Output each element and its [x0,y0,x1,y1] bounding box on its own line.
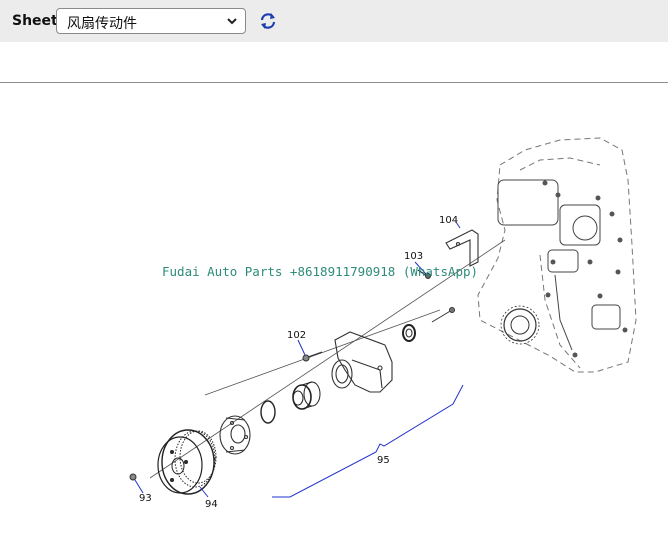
diagram-svg [129,137,637,498]
sheet-select-value: 风扇传动件 [67,16,137,32]
seal-ring [402,324,416,342]
toolbar: Sheet 风扇传动件 [0,0,668,42]
engine-gear [500,305,540,345]
part-104-bracket [445,229,479,267]
part-94-pulley [157,429,217,495]
callout-104: 104 [439,215,459,226]
callout-103: 103 [404,251,424,262]
sheet-label: Sheet [12,13,58,29]
sheet-select[interactable]: 风扇传动件 [56,8,246,34]
snap-ring [260,400,276,424]
exploded-parts-diagram: 93 94 95 102 103 104 [0,83,668,542]
hub-flange [219,415,251,455]
chevron-down-icon [227,18,237,25]
engine-details [497,179,621,351]
engine-block [477,137,637,373]
long-bolt [431,307,455,323]
watermark-text: Fudai Auto Parts +8618911790918 (WhatsAp… [162,264,479,279]
callout-95: 95 [377,455,390,466]
part-93-bolt [129,473,137,481]
engine-bolts [542,180,628,358]
callout-93: 93 [139,493,152,504]
bearing [292,381,321,410]
callout-94: 94 [205,499,218,510]
fan-bracket [331,331,393,393]
refresh-icon[interactable] [258,11,278,31]
callout-102: 102 [287,330,307,341]
